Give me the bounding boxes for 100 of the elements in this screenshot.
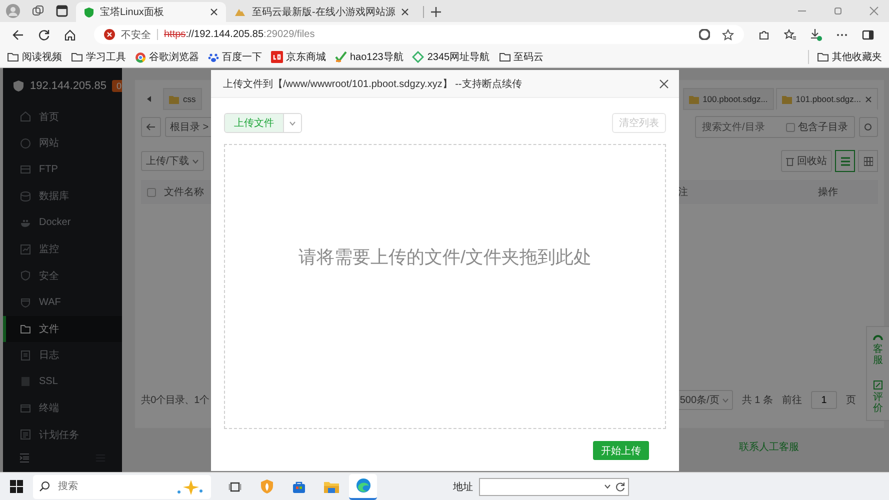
sidebar-item[interactable]: 终端 — [3, 395, 122, 422]
close-icon[interactable] — [659, 78, 669, 88]
refresh-icon[interactable] — [38, 28, 50, 40]
column-header: 文件名称 — [164, 186, 204, 199]
list-icon — [20, 429, 31, 440]
sidebar-item[interactable]: Docker — [3, 210, 122, 236]
bookmark[interactable]: 谷歌浏览器 — [135, 50, 199, 64]
collapse-icon[interactable] — [19, 453, 30, 464]
sidebar-item[interactable]: 首页 — [3, 104, 122, 130]
folder-icon — [688, 94, 699, 104]
headset-icon — [873, 333, 883, 342]
restore-icon[interactable] — [833, 6, 843, 16]
breadcrumb[interactable]: 根目录 > — [165, 117, 214, 137]
folder-icon — [71, 51, 83, 63]
sidebar-item[interactable]: 文件 — [3, 316, 122, 342]
list-icon — [840, 156, 850, 166]
scroll-left-icon[interactable] — [145, 95, 153, 103]
download-icon[interactable] — [810, 28, 822, 41]
subdirectory-checkbox[interactable]: 包含子目录 — [786, 120, 848, 134]
nav-icon — [412, 51, 424, 63]
star-icon[interactable] — [722, 28, 734, 40]
sidebar-item[interactable]: 安全 — [3, 262, 122, 290]
folder-icon — [498, 51, 511, 63]
sidebar-icon[interactable] — [862, 28, 874, 40]
search-bar[interactable]: 搜索 — [33, 474, 211, 498]
sidebar-item[interactable]: WAF — [3, 289, 122, 316]
sidebar-item[interactable]: FTP — [3, 156, 122, 184]
back-button[interactable] — [141, 117, 161, 137]
security-label[interactable]: 不安全 — [121, 28, 151, 42]
database-icon — [20, 190, 31, 202]
bookmark[interactable]: 学习工具 — [71, 50, 126, 64]
grid-icon — [864, 156, 872, 166]
bookmark[interactable]: 其他收藏夹 — [808, 50, 882, 64]
column-header: 操作 — [818, 186, 839, 199]
new-tab-icon[interactable] — [430, 6, 442, 18]
close-icon[interactable] — [210, 8, 218, 16]
sidebar-item[interactable]: SSL — [3, 368, 122, 396]
task-view-icon — [229, 480, 241, 492]
help-button[interactable]: 评价 — [873, 380, 883, 414]
edit-icon — [873, 380, 883, 390]
caret-icon — [722, 398, 730, 402]
terminal-icon — [20, 402, 31, 414]
windows-icon[interactable] — [10, 480, 23, 493]
bookmark[interactable]: 百度一下 — [208, 50, 262, 64]
support-link[interactable]: 联系人工客服 — [739, 440, 799, 454]
shield-icon — [260, 479, 274, 494]
search-icon — [39, 481, 50, 492]
browser-tab[interactable]: 宝塔Linux面板 — [76, 2, 226, 22]
address-field[interactable] — [479, 478, 629, 496]
drop-hint: 请将需要上传的文件/文件夹拖到此处 — [298, 246, 592, 269]
home-icon — [20, 111, 31, 122]
page-unit: 页 — [846, 394, 856, 407]
folder-tab[interactable]: 101.pboot.sdgz... — [776, 88, 878, 110]
sidebar-item[interactable]: 监控 — [3, 236, 122, 263]
favorites-icon[interactable] — [784, 28, 796, 40]
dialog-title: 上传文件到【/www/wwwroot/101.pboot.sdgzy.xyz】 --支持断点续传 — [223, 78, 522, 90]
tab-actions-icon[interactable] — [56, 5, 68, 17]
folder-icon — [782, 94, 792, 104]
folder-icon — [7, 51, 19, 63]
search-button[interactable] — [859, 117, 878, 137]
bookmark[interactable]: 阅读视频 — [7, 50, 62, 64]
sidebar-item[interactable]: 计划任务 — [3, 422, 122, 448]
bookmark[interactable]: hao123导航 — [335, 50, 404, 64]
upload-dropdown[interactable]: 上传/下载 — [141, 151, 204, 171]
page-field[interactable]: 1 — [811, 391, 837, 409]
browser-tab[interactable]: 至码云最新版-在线小游戏网站源 — [226, 2, 418, 22]
warning-icon — [104, 29, 115, 40]
back-icon — [146, 123, 156, 131]
help-button[interactable]: 客服 — [873, 333, 883, 366]
sidebar-item[interactable]: 数据库 — [3, 183, 122, 210]
start-upload-button[interactable]: 开始上传 — [593, 441, 649, 460]
server-address: 192.144.205.85 — [30, 80, 106, 92]
bookmark[interactable]: 京东商城 — [271, 50, 326, 64]
home-icon[interactable] — [64, 28, 76, 40]
close-icon[interactable] — [401, 8, 410, 16]
workspaces-icon[interactable] — [32, 5, 44, 17]
view-toggle[interactable] — [835, 150, 855, 172]
total-count: 共 1 条 — [742, 394, 773, 407]
column-header: 注 — [678, 186, 689, 199]
bookmark[interactable]: 至码云 — [498, 50, 544, 64]
sidebar-item[interactable]: 网站 — [3, 130, 122, 157]
recycle-bin-button[interactable]: 回收站 — [781, 150, 832, 172]
search-field[interactable]: 搜索 — [58, 481, 167, 492]
address-field[interactable]: 不安全 https://192.144.205.85:29029/files — [94, 25, 744, 44]
folder-tab[interactable]: css — [163, 88, 202, 110]
bookmark[interactable]: 2345网址导航 — [412, 50, 490, 64]
sidebar-item[interactable]: 日志 — [3, 342, 122, 369]
folder-icon — [169, 94, 179, 104]
shop-icon — [271, 51, 283, 63]
back-icon[interactable] — [12, 28, 24, 40]
select-all-checkbox[interactable] — [147, 188, 156, 196]
folder-tab[interactable]: 100.pboot.sdgz... — [682, 88, 774, 110]
drop-zone[interactable]: 请将需要上传的文件/文件夹拖到此处 — [224, 144, 666, 429]
shield-icon — [20, 296, 31, 308]
address-label: 地址 — [453, 480, 473, 494]
caret-icon — [192, 158, 199, 164]
shield-icon — [20, 270, 31, 282]
upload-file-button[interactable]: 上传文件 — [225, 114, 283, 132]
profile-icon[interactable] — [6, 4, 20, 18]
document-icon — [20, 350, 31, 361]
